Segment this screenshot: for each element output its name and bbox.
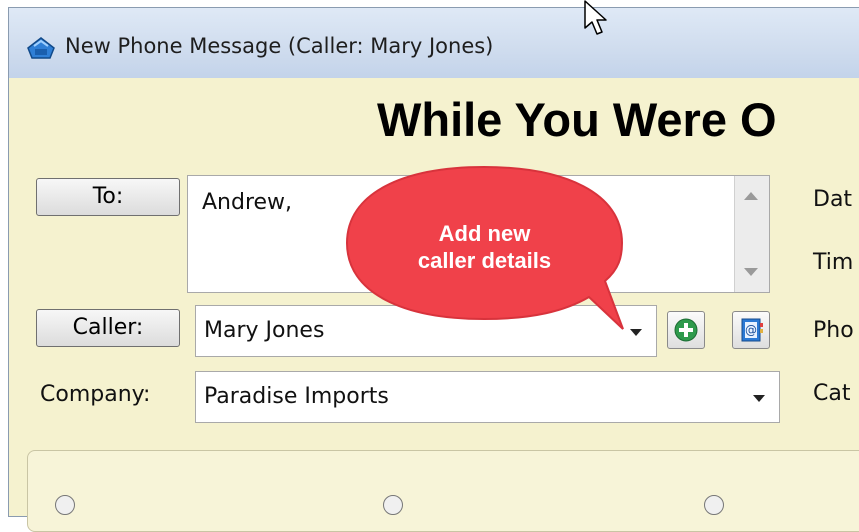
category-label: Cat <box>813 381 851 406</box>
callout-line-1: Add new <box>438 221 531 246</box>
phone-icon <box>27 37 55 59</box>
option-radio[interactable] <box>704 495 724 515</box>
phone-label: Pho <box>813 318 854 343</box>
scroll-down-icon[interactable] <box>744 268 758 276</box>
chevron-down-icon[interactable] <box>753 395 765 402</box>
scroll-up-icon[interactable] <box>744 192 758 200</box>
callout-line-2: caller details <box>417 248 552 273</box>
time-label: Tim <box>813 250 854 275</box>
to-button-label: To: <box>92 184 124 209</box>
to-scrollbar[interactable] <box>734 176 769 292</box>
message-options-group <box>27 450 859 532</box>
caller-button[interactable]: Caller: <box>36 309 180 347</box>
address-book-button[interactable]: @ <box>732 311 770 349</box>
add-caller-icon <box>674 318 698 342</box>
callout-text: Add new caller details <box>343 220 626 274</box>
add-caller-button[interactable] <box>667 311 705 349</box>
option-radio[interactable] <box>55 495 75 515</box>
window-title: New Phone Message (Caller: Mary Jones) <box>65 34 494 58</box>
company-value: Paradise Imports <box>204 384 389 409</box>
to-value: Andrew, <box>202 190 293 215</box>
svg-text:@: @ <box>745 323 757 337</box>
date-label: Dat <box>813 187 853 212</box>
company-label: Company: <box>40 382 151 407</box>
address-book-icon: @ <box>741 318 763 342</box>
mouse-cursor-icon <box>584 0 607 35</box>
chevron-down-icon[interactable] <box>630 329 642 336</box>
company-select[interactable]: Paradise Imports <box>195 371 780 423</box>
caller-button-label: Caller: <box>72 315 144 340</box>
caller-value: Mary Jones <box>204 318 325 343</box>
option-radio[interactable] <box>383 495 403 515</box>
title-bar[interactable]: New Phone Message (Caller: Mary Jones) <box>9 8 859 78</box>
to-button[interactable]: To: <box>36 178 180 216</box>
page-heading: While You Were O <box>377 93 777 146</box>
